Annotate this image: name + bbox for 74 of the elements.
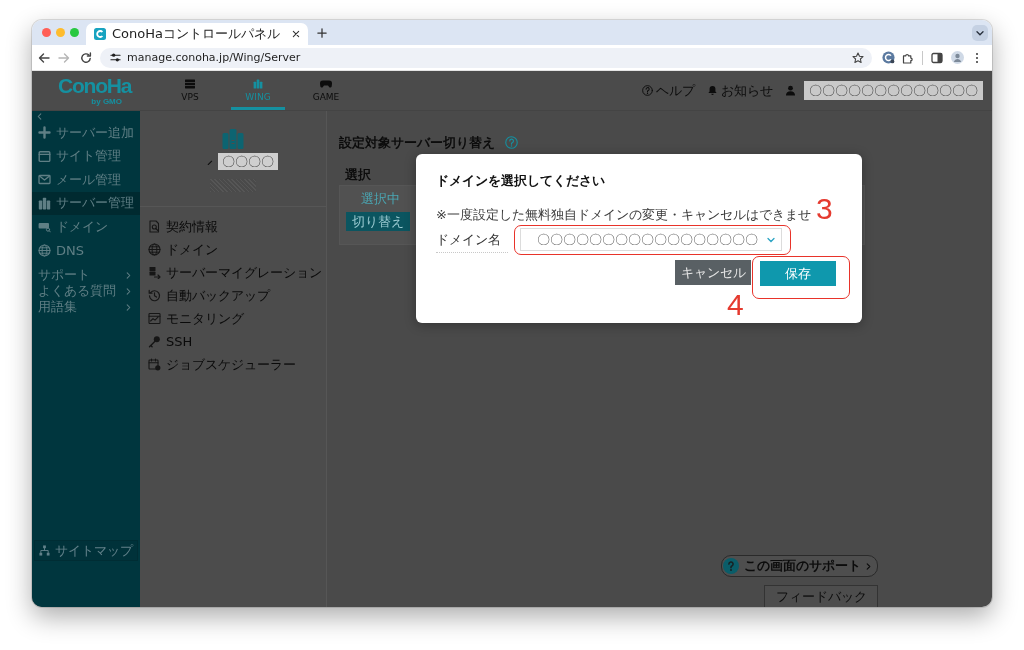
chart-icon: [148, 312, 161, 325]
disc-icon[interactable]: [881, 51, 895, 64]
sidebar-link[interactable]: サポート: [32, 267, 140, 283]
globe-icon: [148, 243, 161, 256]
server-menu-item[interactable]: SSH: [140, 330, 326, 353]
domain-select[interactable]: 〇〇〇〇〇〇〇〇〇〇〇〇〇〇〇〇〇: [520, 228, 782, 251]
sidebar-item[interactable]: サイト管理: [32, 144, 140, 168]
field-label: ドメイン名: [436, 227, 508, 253]
sidebar-item[interactable]: サーバー管理: [32, 191, 140, 215]
sitemap-icon: [39, 545, 50, 556]
server-menu-item[interactable]: モニタリング: [140, 307, 326, 330]
envelope-icon: [38, 173, 51, 187]
address-bar[interactable]: manage.conoha.jp/Wing/Server: [100, 47, 872, 68]
search-bar-icon: [38, 220, 51, 234]
logo-text[interactable]: ConoHa: [58, 75, 132, 97]
key-icon: [148, 335, 161, 348]
server-towers-icon: [252, 79, 264, 89]
sidebar-link[interactable]: よくある質問: [32, 283, 140, 299]
sidebar-item[interactable]: メール管理: [32, 168, 140, 192]
server-icon: [221, 127, 245, 151]
puzzle-icon[interactable]: [902, 51, 914, 64]
globe-icon: [38, 243, 51, 257]
new-tab-icon[interactable]: [317, 27, 327, 38]
side-panel-icon[interactable]: [931, 51, 943, 64]
dialog-title: ドメインを選択してください: [436, 173, 605, 188]
back-icon[interactable]: [38, 51, 50, 64]
sitemap-button[interactable]: サイトマップ: [34, 540, 138, 561]
nav-tab[interactable]: GAME: [299, 71, 353, 110]
document-search-icon: [148, 220, 161, 233]
site-settings-icon[interactable]: [110, 52, 121, 63]
status-text: 選択中: [361, 191, 400, 206]
sidebar-link[interactable]: 用語集: [32, 299, 140, 315]
logo-subtext: by GMO: [91, 97, 122, 106]
notifications-link[interactable]: お知らせ: [707, 81, 773, 100]
page-title: 設定対象サーバー切り替え: [339, 135, 495, 150]
nav-tab[interactable]: VPS: [163, 71, 217, 110]
annotation-number: 3: [815, 194, 833, 224]
browser-tab[interactable]: ConoHaコントロールパネル: [86, 23, 308, 45]
sidebar-item[interactable]: ドメイン: [32, 215, 140, 239]
server-arrow-icon: [148, 266, 161, 279]
window-icon: [38, 149, 51, 163]
collapse-icon[interactable]: [37, 113, 42, 120]
reload-icon[interactable]: [80, 51, 92, 64]
chevron-down-icon[interactable]: [972, 24, 988, 41]
server-towers-icon: [38, 196, 51, 210]
annotation-number: 4: [727, 290, 744, 320]
chevron-right-icon: [866, 562, 871, 570]
gamepad-icon: [320, 79, 332, 89]
close-icon[interactable]: [292, 30, 300, 38]
help-icon: [723, 558, 739, 574]
history-icon: [148, 289, 161, 302]
favicon-icon: [94, 28, 106, 40]
avatar-icon[interactable]: [950, 51, 964, 64]
server-menu-item[interactable]: ドメイン: [140, 238, 326, 261]
chevron-down-icon: [767, 236, 775, 243]
column-header: 選択: [345, 165, 371, 184]
cancel-button[interactable]: キャンセル: [675, 260, 751, 285]
user-name-label[interactable]: 〇〇〇〇〇〇〇〇〇〇〇〇〇: [804, 81, 983, 100]
save-button[interactable]: 保存: [760, 261, 836, 286]
server-name-label: 〇〇〇〇: [217, 153, 278, 170]
calendar-clock-icon: [148, 358, 161, 371]
sidebar-item[interactable]: サーバー追加: [32, 121, 140, 145]
star-icon[interactable]: [852, 51, 864, 64]
help-link[interactable]: ヘルプ: [642, 81, 695, 100]
server-rack-icon: [184, 79, 196, 89]
bell-icon: [707, 85, 718, 96]
support-button[interactable]: この画面のサポート: [721, 555, 878, 577]
dialog-note: ※一度設定した無料独自ドメインの変更・キャンセルはできませ: [436, 207, 811, 222]
help-icon: [642, 85, 653, 96]
sidebar-item[interactable]: DNS: [32, 238, 140, 262]
switch-button[interactable]: 切り替え: [346, 212, 410, 231]
user-icon: [785, 85, 796, 96]
plus-icon: [38, 126, 51, 140]
server-menu-item[interactable]: 契約情報: [140, 215, 326, 238]
